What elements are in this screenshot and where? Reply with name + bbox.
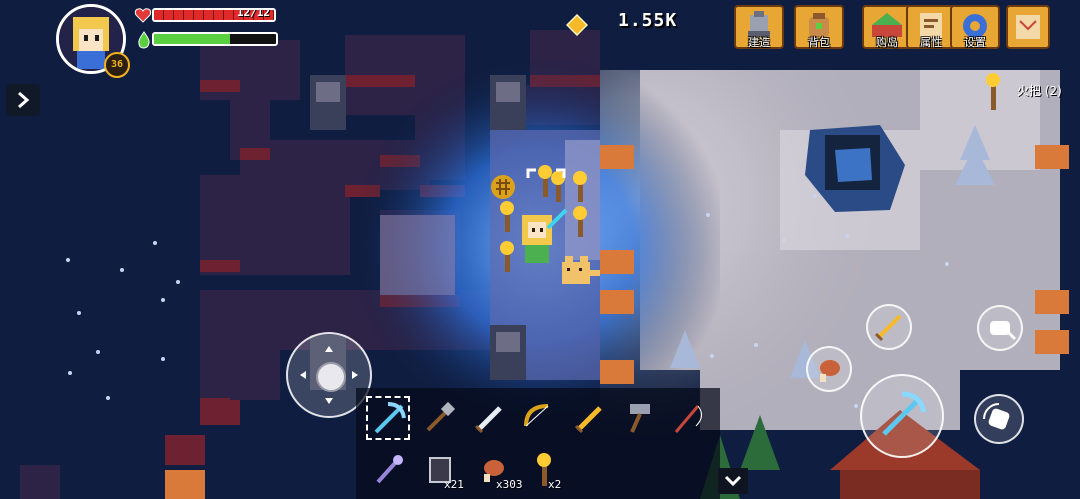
torch-item-label: 火把 (2) — [1017, 84, 1062, 98]
player-character — [522, 208, 568, 263]
hammer-icon — [630, 404, 650, 433]
build-button[interactable]: 建造 — [734, 5, 784, 49]
roll-icon — [983, 403, 1010, 430]
chevron-down-icon — [724, 475, 742, 487]
sword-icon — [474, 406, 502, 434]
no-pet-button[interactable] — [977, 305, 1023, 351]
hp-text: 12/12 — [236, 8, 270, 19]
hotbar-count: x21 — [444, 478, 464, 491]
hotbar: x21 x303 x2 — [356, 388, 748, 499]
backpack-label: 背包 — [808, 36, 830, 49]
gem-icon — [565, 13, 589, 37]
meat-icon — [820, 360, 840, 382]
currency-amount: 1.55K — [618, 10, 678, 31]
energy-bar — [152, 32, 278, 46]
stats-label: 属性 — [920, 36, 942, 49]
shop-button[interactable]: 购岛 — [862, 5, 912, 49]
level-badge: 36 — [104, 52, 130, 78]
staff-icon — [376, 455, 403, 484]
bow-icon — [524, 404, 549, 427]
hotbar-slot-meat[interactable]: x303 — [470, 448, 523, 492]
dodge-roll-button[interactable] — [974, 394, 1024, 444]
map-scroll-icon — [1016, 15, 1040, 39]
hotbar-collapse-button[interactable] — [718, 468, 748, 494]
shovel-icon — [426, 401, 456, 432]
backpack-button[interactable]: 背包 — [794, 5, 844, 49]
hp-heart-icon — [134, 6, 152, 24]
hp-bar: 12/12 — [152, 8, 276, 22]
pickaxe-action-icon — [882, 391, 927, 436]
chevron-right-icon — [18, 91, 30, 109]
hotbar-slot-fishing-rod[interactable] — [666, 396, 710, 440]
fishing-rod-icon — [674, 405, 702, 433]
pet-toggle-icon — [990, 321, 1017, 341]
hotbar-slot-hammer[interactable] — [616, 396, 660, 440]
expand-panel-button[interactable] — [6, 84, 40, 116]
stats-button[interactable]: 属性 — [906, 5, 956, 49]
hotbar-slot-staff[interactable] — [366, 448, 410, 492]
pet-dog — [562, 256, 600, 284]
torch-indicator-icon — [984, 68, 1002, 112]
settings-button[interactable]: 设置 — [950, 5, 1000, 49]
hotbar-slot-shovel[interactable] — [416, 396, 460, 440]
hotbar-slot-scroll[interactable]: x21 — [418, 448, 464, 492]
golden-sword-quick-button[interactable] — [866, 304, 912, 350]
attack-button[interactable] — [860, 374, 944, 458]
energy-drop-icon — [136, 31, 152, 49]
shield-marker-icon — [491, 175, 515, 199]
golden-sword-icon — [874, 314, 902, 342]
shop-label: 购岛 — [876, 36, 898, 49]
pickaxe-icon — [374, 402, 406, 434]
map-button[interactable] — [1006, 5, 1050, 49]
hotbar-count: x303 — [496, 478, 523, 491]
level-number: 36 — [110, 59, 124, 70]
hotbar-slot-bow[interactable] — [516, 396, 560, 440]
golden-sword-icon — [574, 406, 602, 434]
build-label: 建造 — [748, 36, 770, 49]
hotbar-slot-golden-sword[interactable] — [566, 396, 610, 440]
eat-meat-button[interactable] — [806, 346, 852, 392]
hotbar-slot-torch[interactable]: x2 — [522, 448, 566, 492]
hotbar-count: x2 — [548, 478, 562, 491]
settings-label: 设置 — [964, 36, 986, 49]
energy-bar-fill — [154, 34, 230, 44]
hotbar-slot-pickaxe[interactable] — [366, 396, 410, 440]
hotbar-slot-sword[interactable] — [466, 396, 510, 440]
